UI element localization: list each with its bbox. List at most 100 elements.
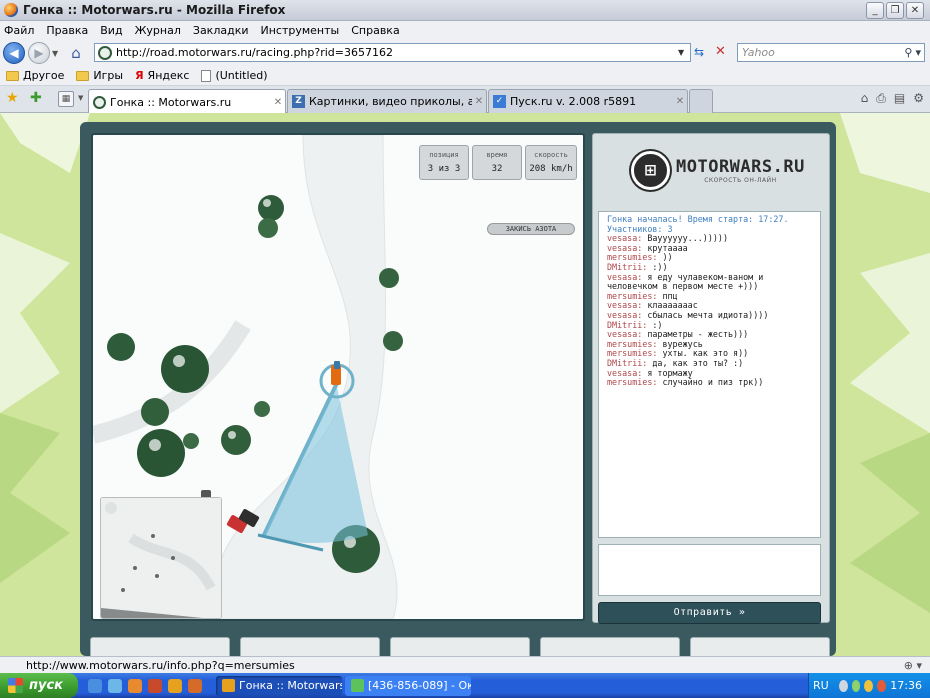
home-icon[interactable]: ⌂ [66,44,86,62]
tab-pictures[interactable]: Z Картинки, видео приколы, анекд... ✕ [287,89,487,113]
chat-nick[interactable]: mersumies: [607,252,657,263]
tab-pusk[interactable]: ✓ Пуск.ru v. 2.008 r5891 ✕ [488,89,688,113]
hud-position: позиция 3 из 3 [419,145,469,180]
gear-icon[interactable]: ⚙ [913,91,924,106]
desktop-icon[interactable] [108,678,122,693]
tab-close-icon[interactable]: ✕ [673,96,687,107]
history-dropdown-icon[interactable]: ▼ [52,49,62,58]
ie-icon[interactable] [88,678,102,693]
logo-tagline: СКОРОСТЬ ОН-ЛАЙН [704,176,777,184]
maximize-button[interactable]: ❐ [886,1,904,19]
tab-list-icon[interactable]: ▦ [58,91,74,107]
chat-nick[interactable]: vesasa: [607,329,642,339]
chat-nick[interactable]: mersumies: [607,291,657,301]
bookmark-yandex[interactable]: Я Яндекс [135,69,189,82]
window-titlebar: Гонка :: Motorwars.ru - Mozilla Firefox … [0,0,930,21]
chat-text: клааааааас [647,300,698,311]
search-icon[interactable]: ⚲ [904,46,912,59]
task-label: [436-856-089] - Окн... [368,679,471,692]
app-icon[interactable] [188,678,202,693]
page-icon[interactable]: ▤ [894,91,905,106]
bookmark-untitled[interactable]: (Untitled) [201,69,268,82]
chat-nick[interactable]: mersumies: [607,377,657,387]
firefox-quick-icon[interactable] [168,678,182,693]
chat-text: вурежусь [662,338,703,349]
search-input[interactable]: Yahoo ⚲ ▾ [737,43,925,62]
bookmark-label: Другое [23,69,65,82]
tray-icon[interactable] [877,679,887,692]
chat-nick[interactable]: vesasa: [607,272,642,282]
task-firefox[interactable]: Гонка :: Motorwars.r... [216,675,342,696]
search-placeholder: Yahoo [742,46,775,59]
menu-edit[interactable]: Правка [46,24,88,37]
app-icon[interactable] [128,678,142,693]
bookmark-label: (Untitled) [215,69,268,82]
chat-nick[interactable]: vesasa: [607,233,642,243]
task-window[interactable]: [436-856-089] - Окн... [345,675,471,696]
language-indicator[interactable]: RU [813,679,829,692]
bookmark-games[interactable]: Игры [76,69,123,82]
stop-icon[interactable]: ✕ [715,44,726,59]
chat-nick[interactable]: DMitrii: [607,262,647,272]
menu-history[interactable]: Журнал [135,24,181,37]
chat-nick[interactable]: DMitrii: [607,358,647,368]
start-button[interactable]: пуск [0,673,78,698]
home-icon[interactable]: ⌂ [861,91,869,106]
motorwars-favicon-icon [93,95,106,109]
chat-nick[interactable]: vesasa: [607,300,642,311]
tab-close-icon[interactable]: ✕ [271,97,285,108]
search-dropdown-icon[interactable]: ▾ [915,46,921,59]
tab-list-dropdown-icon[interactable]: ▼ [78,94,83,102]
tab-motorwars[interactable]: Гонка :: Motorwars.ru ✕ [88,89,286,114]
chat-nick[interactable]: mersumies: [607,339,657,349]
chat-text: да, как это ты? :) [652,357,744,368]
menu-file[interactable]: Файл [4,24,34,37]
tab-close-icon[interactable]: ✕ [472,96,486,107]
hud-speed: скорость 208 km/h [525,145,577,180]
zoom-icon[interactable]: ⊕ ▾ [904,659,922,672]
app-icon[interactable] [148,678,162,693]
chat-text: параметры - жесть))) [647,329,749,340]
bookmark-other[interactable]: Другое [6,69,64,82]
window-icon [351,679,364,692]
back-button[interactable]: ◀ [3,42,25,64]
tray-icon[interactable] [838,679,848,692]
star-icon[interactable]: ★ [6,90,19,106]
chat-nick[interactable]: mersumies: [607,348,657,359]
add-icon[interactable]: ✚ [30,90,42,106]
print-icon[interactable]: ⎙ [876,91,886,106]
chat-nick[interactable]: vesasa: [607,368,642,378]
race-track[interactable]: позиция 3 из 3 время 32 скорость 208 km/… [91,133,585,621]
chat-nick[interactable]: DMitrii: [607,320,647,330]
chat-text: ухты. как это я)) [662,348,749,359]
hud-time-value: 32 [491,164,503,174]
windows-logo-icon [8,678,23,693]
chat-log[interactable]: Гонка началась! Время старта: 17:27. Уча… [598,211,821,538]
menu-tools[interactable]: Инструменты [261,24,340,37]
nitro-button[interactable]: ЗАКИСЬ АЗОТА [487,223,575,235]
bottom-panel [390,637,530,656]
tray-icon[interactable] [851,679,861,692]
motorwars-logo-icon: ⊞ [631,150,670,190]
minimize-button[interactable]: _ [866,1,884,19]
chat-text: случайно и пиз трк)) [662,377,764,388]
close-button[interactable]: ✕ [906,1,924,19]
url-text[interactable]: http://road.motorwars.ru/racing.php?rid=… [116,46,678,59]
chat-nick[interactable]: vesasa: [607,243,642,253]
new-tab-button[interactable] [689,89,713,113]
hud-time-label: время [486,151,508,159]
send-button[interactable]: Отправить » [598,602,821,624]
navigation-toolbar: ◀ ▶ ▼ ⌂ http://road.motorwars.ru/racing.… [0,40,930,66]
chat-input[interactable] [598,544,821,596]
go-icon[interactable]: ⇆ [694,45,704,59]
menu-bookmarks[interactable]: Закладки [193,24,249,37]
bottom-panels [90,637,830,656]
url-bar[interactable]: http://road.motorwars.ru/racing.php?rid=… [94,43,691,62]
forward-button[interactable]: ▶ [28,42,50,64]
url-dropdown-icon[interactable]: ▼ [678,48,690,57]
shield-icon[interactable] [864,679,874,692]
window-title: Гонка :: Motorwars.ru - Mozilla Firefox [23,3,286,17]
menu-help[interactable]: Справка [351,24,399,37]
chat-nick[interactable]: vesasa: [607,310,642,320]
menu-view[interactable]: Вид [100,24,122,37]
